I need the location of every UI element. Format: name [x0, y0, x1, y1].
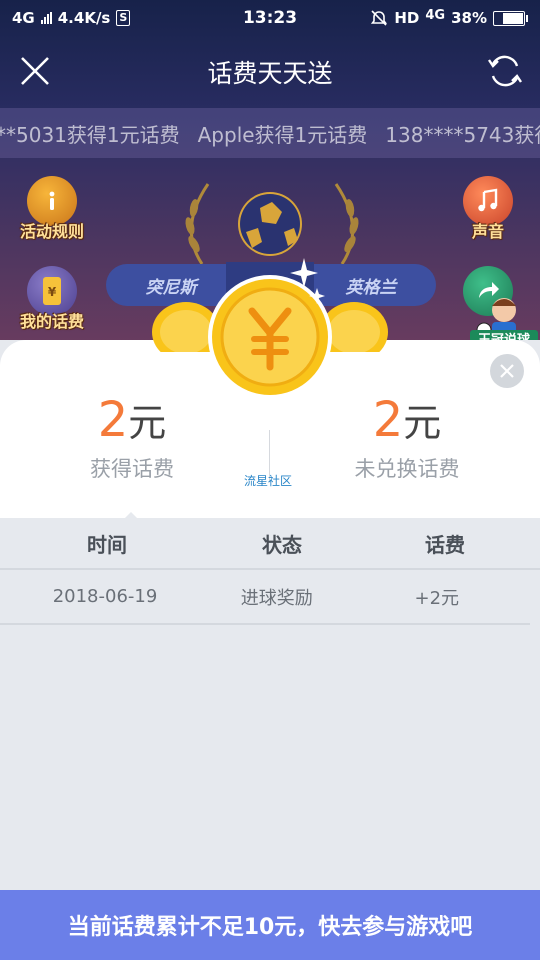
refresh-icon: [488, 55, 522, 87]
close-icon: [500, 364, 514, 378]
rules-label: 活动规则: [19, 222, 84, 241]
network-type: 4G: [12, 9, 35, 27]
sim-badge-icon: S: [116, 10, 131, 26]
winner-ticker: ***5031获得1元话费 Apple获得1元话费 138****5743获得: [0, 108, 540, 158]
row-status: 进球奖励: [240, 587, 313, 609]
laurel-trophy-icon: [185, 183, 359, 265]
watermark: 流星社区: [244, 474, 293, 488]
battery-percent: 38%: [451, 9, 487, 27]
network-speed: 4.4K/s: [57, 9, 111, 27]
sound-button[interactable]: 声音: [448, 176, 528, 242]
ticker-item: ***5031获得1元话费: [0, 123, 180, 147]
signal-icon: [40, 12, 52, 24]
row-amount: +2元: [414, 587, 460, 609]
sparkle-icon: [290, 258, 325, 304]
table-header: 时间 状态 话费: [0, 518, 540, 570]
rules-button[interactable]: 活动规则: [12, 176, 92, 242]
earned-unit: 元: [128, 401, 167, 445]
play-game-banner[interactable]: 当前话费累计不足10元，快去参与游戏吧: [0, 890, 540, 960]
play-game-message: 当前话费累计不足10元，快去参与游戏吧: [67, 915, 473, 940]
header-amount: 话费: [425, 532, 465, 557]
unredeemed-value: 2: [372, 392, 404, 448]
row-date: 2018-06-19: [52, 586, 158, 607]
sound-label: 声音: [471, 222, 504, 241]
my-fee-button[interactable]: ¥ 我的话费: [12, 266, 92, 332]
unredeemed-unit: 元: [403, 401, 442, 445]
ticker-item: Apple获得1元话费: [197, 123, 368, 147]
page-title: 话费天天送: [207, 59, 333, 88]
mute-icon: [371, 10, 388, 26]
table-row: 2018-06-19 进球奖励 +2元: [0, 570, 530, 625]
hd-badge: HD: [394, 9, 420, 27]
status-bar: 4G 4.4K/s S 13:23 HD 4G 38%: [0, 0, 540, 36]
earned-caption: 获得话费: [90, 457, 174, 481]
fee-modal: 2元 获得话费 2元 未兑换话费 流星社区 时间 状态 话费 2018-06-1…: [0, 340, 540, 960]
earned-value: 2: [97, 392, 129, 448]
battery-icon: [493, 10, 528, 26]
network-type-2: 4G: [425, 7, 446, 23]
svg-text:¥: ¥: [48, 285, 57, 299]
unredeemed-caption: 未兑换话费: [354, 457, 460, 481]
earned-stat: 2元 获得话费: [32, 390, 232, 483]
ticker-item: 138****5743获得: [385, 123, 540, 147]
my-fee-label: 我的话费: [19, 312, 84, 331]
modal-close-button[interactable]: [490, 354, 524, 388]
unredeemed-stat: 2元 未兑换话费: [307, 390, 507, 483]
refresh-button[interactable]: [484, 50, 526, 92]
title-bar: 话费天天送: [0, 36, 540, 108]
header-time: 时间: [87, 532, 127, 557]
header-status: 状态: [262, 532, 302, 557]
